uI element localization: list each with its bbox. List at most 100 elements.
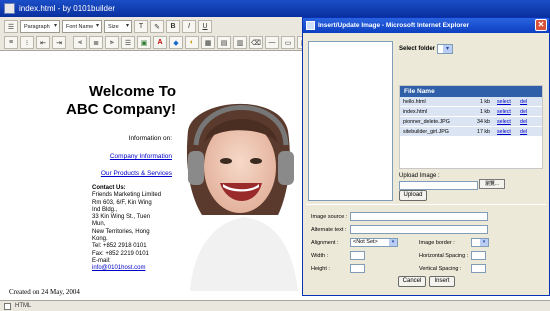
indent-icon[interactable]: ⇥ bbox=[52, 36, 66, 49]
contact-heading: Contact Us: bbox=[92, 185, 126, 191]
file-delete-link[interactable]: del bbox=[520, 97, 527, 107]
highlight-icon[interactable]: ◆ bbox=[169, 36, 183, 49]
contact-line: Mun, bbox=[92, 221, 106, 228]
bold-button[interactable]: B bbox=[166, 20, 180, 33]
table-edit-icon[interactable]: ▤ bbox=[217, 36, 231, 49]
headphones-photo bbox=[186, 103, 298, 291]
file-name: pionner_delete.JPG bbox=[403, 119, 450, 125]
contact-block: Contact Us: Friends Marketing Limited Rm… bbox=[92, 185, 178, 273]
file-select-link[interactable]: select bbox=[497, 127, 511, 137]
horizontal-spacing-label: Horizontal Spacing : bbox=[419, 253, 469, 259]
cancel-button[interactable]: Cancel bbox=[398, 276, 426, 287]
file-delete-link[interactable]: del bbox=[520, 107, 527, 117]
welcome-line-1: Welcome To bbox=[89, 83, 176, 100]
editor-canvas[interactable]: Welcome To ABC Company! Information on: … bbox=[0, 51, 302, 300]
outdent-icon[interactable]: ⇤ bbox=[36, 36, 50, 49]
file-select-link[interactable]: select bbox=[497, 97, 511, 107]
file-name: hello.html bbox=[403, 99, 426, 105]
table-cell-icon[interactable]: ▥ bbox=[233, 36, 247, 49]
folder-select[interactable]: ▾ bbox=[437, 44, 453, 54]
browse-button[interactable]: 瀏覽... bbox=[479, 179, 505, 189]
height-input[interactable] bbox=[350, 264, 365, 273]
contact-line: Tel: +852 2918 0101 bbox=[92, 243, 147, 250]
company-info-link[interactable]: Company Information bbox=[100, 153, 172, 160]
font-color-icon[interactable]: A bbox=[153, 36, 167, 49]
html-mode-label: HTML bbox=[15, 303, 32, 309]
insert-image-dialog: Insert/Update Image - Microsoft Internet… bbox=[302, 17, 550, 296]
text-style-button[interactable]: T bbox=[134, 20, 148, 33]
information-label: Information on: bbox=[128, 135, 172, 142]
vertical-spacing-input[interactable] bbox=[471, 264, 486, 273]
paragraph-select[interactable]: Paragraph bbox=[20, 20, 60, 33]
file-row: pionner_delete.JPG 34 kb select del bbox=[400, 117, 542, 127]
file-row: sitebuilder_girl.JPG 17 kb select del bbox=[400, 127, 542, 137]
font-size-select[interactable]: Size bbox=[104, 20, 132, 33]
html-mode-checkbox[interactable] bbox=[4, 302, 11, 310]
alignment-select[interactable]: <Not Set> ▾ bbox=[350, 238, 398, 247]
underline-button[interactable]: U bbox=[198, 20, 212, 33]
alignment-label: Alignment : bbox=[311, 240, 339, 246]
alternate-text-input[interactable] bbox=[350, 225, 488, 234]
dialog-divider bbox=[306, 204, 546, 205]
products-link[interactable]: Our Products & Services bbox=[96, 170, 172, 177]
image-preview bbox=[308, 41, 393, 201]
align-left-icon[interactable]: ⫷ bbox=[73, 36, 87, 49]
italic-button[interactable]: I bbox=[182, 20, 196, 33]
align-center-icon[interactable]: ≣ bbox=[89, 36, 103, 49]
width-input[interactable] bbox=[350, 251, 365, 260]
image-border-label: Image border : bbox=[419, 240, 455, 246]
vertical-spacing-label: Vertical Spacing : bbox=[419, 266, 462, 272]
numbered-list-icon[interactable]: ≡ bbox=[4, 36, 18, 49]
paragraph-format-icon[interactable]: ☰ bbox=[4, 20, 18, 33]
align-right-icon[interactable]: ⫸ bbox=[105, 36, 119, 49]
file-name: sitebuilder_girl.JPG bbox=[403, 129, 449, 135]
contact-email-link[interactable]: info@0101host.com bbox=[92, 265, 178, 272]
table-icon[interactable]: ▦ bbox=[201, 36, 215, 49]
image-source-input[interactable] bbox=[350, 212, 488, 221]
contact-line: 33 Kin Wing St., Tuen bbox=[92, 214, 151, 221]
dialog-body: Select folder : ▾ File Name hello.html 1… bbox=[303, 33, 549, 295]
contact-line: Kong. bbox=[92, 236, 108, 243]
image-border-select[interactable]: ▾ bbox=[471, 238, 489, 247]
eraser-icon[interactable]: ⌫ bbox=[249, 36, 263, 49]
status-bar: HTML bbox=[0, 300, 550, 311]
file-delete-link[interactable]: del bbox=[520, 127, 527, 137]
file-name: index.html bbox=[403, 109, 428, 115]
align-justify-icon[interactable]: ☰ bbox=[121, 36, 135, 49]
select-folder-label: Select folder : bbox=[399, 46, 439, 52]
alignment-value: <Not Set> bbox=[353, 239, 378, 245]
paint-icon[interactable]: ◐ bbox=[185, 36, 199, 49]
file-select-link[interactable]: select bbox=[497, 107, 511, 117]
clear-format-icon[interactable]: ✎ bbox=[150, 20, 164, 33]
file-row: index.html 1 kb select del bbox=[400, 107, 542, 117]
file-row: hello.html 1 kb select del bbox=[400, 97, 542, 107]
height-label: Height : bbox=[311, 266, 330, 272]
file-name-header: File Name bbox=[400, 86, 542, 97]
horizontal-spacing-input[interactable] bbox=[471, 251, 486, 260]
contact-line: Fax: +852 2219 0101 bbox=[92, 250, 149, 257]
horizontal-rule-icon[interactable]: ― bbox=[265, 36, 279, 49]
file-select-link[interactable]: select bbox=[497, 117, 511, 127]
image-source-label: Image source : bbox=[311, 214, 348, 220]
insert-button[interactable]: Insert bbox=[429, 276, 455, 287]
alternate-text-label: Alternate text : bbox=[311, 227, 347, 233]
upload-file-input[interactable] bbox=[399, 181, 478, 190]
file-size: 34 kb bbox=[477, 119, 490, 125]
window-title: index.html - by 0101builder bbox=[19, 4, 116, 13]
file-delete-link[interactable]: del bbox=[520, 117, 527, 127]
image-icon[interactable]: ▣ bbox=[137, 36, 151, 49]
dialog-titlebar: Insert/Update Image - Microsoft Internet… bbox=[303, 18, 549, 33]
file-list-table: File Name hello.html 1 kb select del ind… bbox=[399, 85, 543, 169]
welcome-line-2: ABC Company! bbox=[65, 101, 176, 118]
bullet-list-icon[interactable]: ⁝ bbox=[20, 36, 34, 49]
file-size: 1 kb bbox=[479, 109, 490, 115]
font-name-select[interactable]: Font Name bbox=[62, 20, 102, 33]
created-date: Created on 24 May, 2004 bbox=[9, 288, 80, 296]
chevron-down-icon: ▾ bbox=[443, 45, 452, 53]
close-icon[interactable]: ✕ bbox=[535, 19, 547, 31]
window-titlebar: index.html - by 0101builder bbox=[0, 0, 550, 17]
ie-icon bbox=[306, 21, 315, 30]
page-icon[interactable]: ▭ bbox=[281, 36, 295, 49]
upload-button[interactable]: Upload bbox=[399, 190, 427, 201]
contact-line: E-mail: bbox=[92, 257, 111, 264]
